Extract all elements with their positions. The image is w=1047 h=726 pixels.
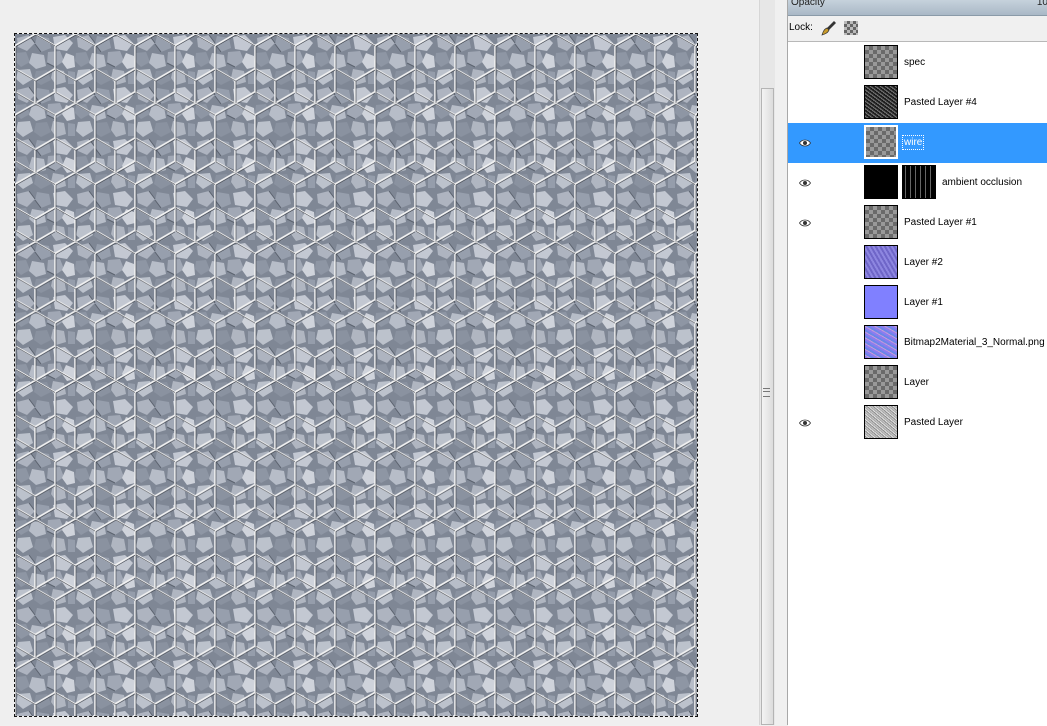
- eye-icon[interactable]: [799, 138, 811, 148]
- layer-thumbnail: [864, 245, 898, 279]
- layer-thumbnail: [864, 85, 898, 119]
- eye-icon[interactable]: [799, 218, 811, 228]
- layer-name: Pasted Layer #4: [904, 97, 977, 108]
- opacity-value: 10: [1036, 0, 1047, 8]
- layer-name: Layer: [904, 377, 930, 388]
- chain-toggle[interactable]: [828, 333, 846, 353]
- layers-list[interactable]: spec Pasted Layer #4 wire ambient occlus…: [788, 41, 1047, 726]
- chain-toggle[interactable]: [828, 213, 846, 233]
- layer-row[interactable]: Bitmap2Material_3_Normal.png: [788, 323, 1047, 363]
- layer-row[interactable]: Pasted Layer #1: [788, 203, 1047, 243]
- chain-toggle[interactable]: [828, 53, 846, 73]
- layer-thumbnail: [864, 325, 898, 359]
- layer-thumbnail: [864, 125, 898, 159]
- layer-thumbnail: [864, 205, 898, 239]
- layer-thumbnail: [864, 165, 898, 199]
- layer-name: Layer #2: [904, 257, 943, 268]
- layer-name[interactable]: wire: [901, 135, 925, 150]
- lock-row: Lock:: [788, 17, 1047, 39]
- layer-row[interactable]: Pasted Layer #4: [788, 83, 1047, 123]
- layer-row[interactable]: Layer: [788, 363, 1047, 403]
- layer-thumbnail: [864, 365, 898, 399]
- layer-row[interactable]: Pasted Layer: [788, 403, 1047, 443]
- canvas-area[interactable]: [0, 0, 758, 725]
- opacity-slider[interactable]: Opacity 10: [788, 0, 1047, 16]
- layer-name-text[interactable]: wire: [901, 135, 925, 150]
- layer-name: Pasted Layer: [904, 417, 963, 428]
- layer-mask-thumbnail[interactable]: [902, 165, 936, 199]
- layer-row-selected[interactable]: wire: [788, 123, 1047, 163]
- layer-name: Pasted Layer #1: [904, 217, 977, 228]
- eye-icon[interactable]: [799, 418, 811, 428]
- layer-row[interactable]: Layer #1: [788, 283, 1047, 323]
- opacity-label: Opacity: [791, 0, 825, 8]
- chain-toggle[interactable]: [828, 413, 846, 433]
- scrollbar-thumb[interactable]: [761, 88, 774, 725]
- chain-toggle[interactable]: [828, 93, 846, 113]
- layer-name: Bitmap2Material_3_Normal.png: [904, 337, 1045, 348]
- layer-name: ambient occlusion: [942, 177, 1023, 188]
- scrollbar-grip-icon: [763, 388, 770, 397]
- image-canvas[interactable]: [15, 34, 697, 716]
- layer-row[interactable]: spec: [788, 43, 1047, 83]
- paintbrush-icon[interactable]: [821, 20, 837, 36]
- layer-row[interactable]: Layer #2: [788, 243, 1047, 283]
- chain-toggle[interactable]: [828, 293, 846, 313]
- layer-thumbnail: [864, 405, 898, 439]
- chain-toggle[interactable]: [828, 173, 846, 193]
- layers-panel: Opacity 10 Lock: spec Pasted Layer #4 wi…: [787, 0, 1047, 726]
- lock-label: Lock:: [789, 22, 813, 33]
- checkerboard-icon[interactable]: [844, 21, 858, 35]
- layer-thumbnail: [864, 45, 898, 79]
- eye-icon[interactable]: [799, 178, 811, 188]
- layer-name: spec: [904, 57, 926, 68]
- layer-row[interactable]: ambient occlusion: [788, 163, 1047, 203]
- chain-toggle[interactable]: [828, 253, 846, 273]
- chain-toggle[interactable]: [828, 373, 846, 393]
- layer-name: Layer #1: [904, 297, 943, 308]
- canvas-vertical-scrollbar[interactable]: [759, 0, 775, 725]
- gravel-wire-texture: [15, 34, 697, 716]
- layer-thumbnail: [864, 285, 898, 319]
- chain-toggle[interactable]: [828, 133, 846, 153]
